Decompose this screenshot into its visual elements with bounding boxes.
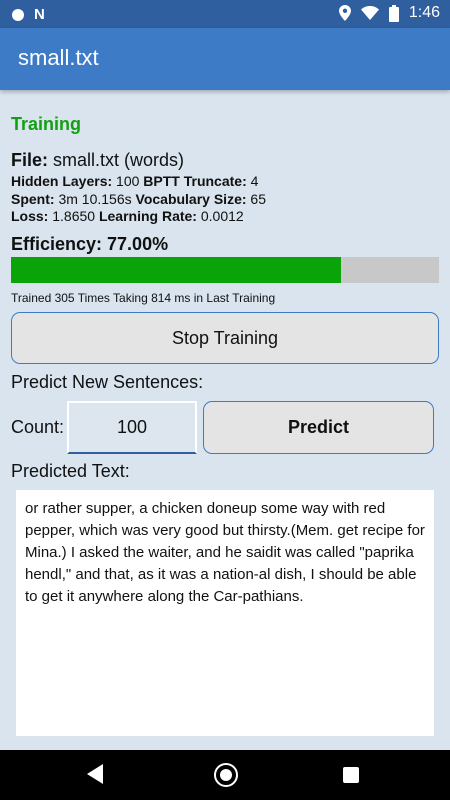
wifi-icon	[360, 6, 379, 20]
location-icon	[338, 5, 351, 21]
predict-button[interactable]: Predict	[203, 401, 434, 454]
vocab-value: 65	[250, 191, 266, 207]
learning-rate-label: Learning Rate:	[98, 208, 197, 224]
count-input[interactable]	[67, 401, 197, 454]
predict-heading: Predict New Sentences:	[11, 372, 204, 392]
predicted-text-box: or rather supper, a chicken doneup some …	[16, 490, 434, 736]
status-bar: N 1:46	[0, 0, 450, 28]
navigation-bar	[0, 750, 450, 800]
bptt-label: BPTT Truncate:	[143, 173, 247, 189]
efficiency-label: Efficiency: 77.00%	[11, 234, 169, 254]
file-label: File:	[11, 150, 49, 170]
stop-training-button[interactable]: Stop Training	[11, 312, 439, 364]
back-icon[interactable]	[87, 764, 103, 784]
home-icon[interactable]	[214, 763, 238, 787]
file-info: File: small.txt (words)	[11, 150, 184, 171]
recent-apps-icon[interactable]	[343, 767, 359, 783]
loss-line: Loss: 1.8650 Learning Rate: 0.0012	[11, 208, 244, 224]
predicted-text-label: Predicted Text:	[11, 461, 130, 481]
loss-label: Loss:	[11, 208, 49, 224]
training-status: Training	[11, 114, 82, 134]
spent-value: 3m 10.156s	[58, 191, 132, 207]
notification-dot-icon	[12, 8, 24, 21]
count-label: Count:	[11, 417, 65, 437]
layers-line: Hidden Layers: 100 BPTT Truncate: 4	[11, 173, 258, 189]
loss-value: 1.8650	[52, 208, 96, 224]
hidden-layers-label: Hidden Layers:	[11, 173, 113, 189]
app-bar: small.txt	[0, 28, 450, 90]
status-time: 1:46	[408, 4, 440, 21]
training-stats: Trained 305 Times Taking 814 ms in Last …	[11, 291, 276, 305]
vocab-label: Vocabulary Size:	[135, 191, 247, 207]
main-content: Training File: small.txt (words) Hidden …	[0, 90, 450, 750]
efficiency-progress-fill	[11, 257, 341, 283]
app-title: small.txt	[18, 45, 99, 70]
spent-label: Spent:	[11, 191, 55, 207]
bptt-value: 4	[250, 173, 259, 189]
battery-icon	[388, 4, 399, 22]
n-notification-icon: N	[34, 6, 45, 23]
hidden-layers-value: 100	[116, 173, 140, 189]
learning-rate-value: 0.0012	[200, 208, 244, 224]
spent-line: Spent: 3m 10.156s Vocabulary Size: 65	[11, 191, 266, 207]
file-value: small.txt (words)	[53, 150, 185, 170]
efficiency-progress-bar	[11, 257, 439, 283]
